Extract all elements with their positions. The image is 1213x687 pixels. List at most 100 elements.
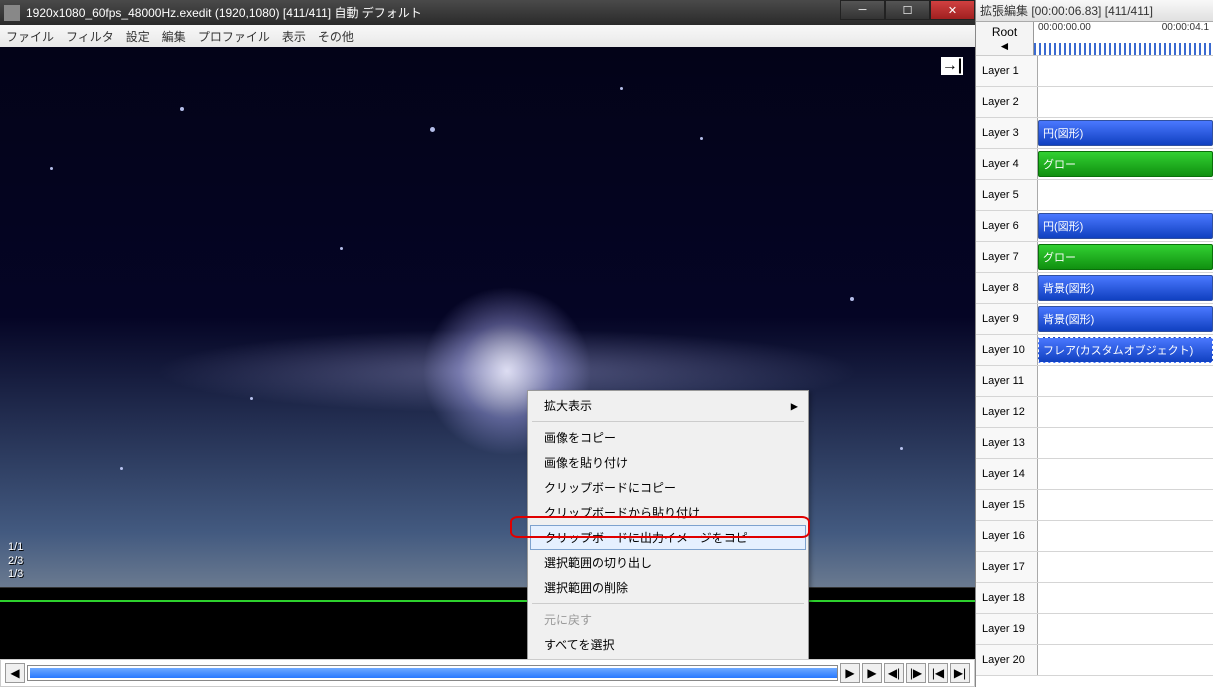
layer-track[interactable] (1038, 180, 1213, 210)
layer-track[interactable] (1038, 583, 1213, 613)
menu-edit[interactable]: 編集 (162, 28, 186, 45)
seek-slider[interactable] (27, 665, 838, 681)
timeline-title[interactable]: 拡張編集 [00:00:06.83] [411/411] (976, 0, 1213, 22)
layer-track[interactable] (1038, 56, 1213, 86)
layer-track[interactable]: 背景(図形) (1038, 273, 1213, 303)
timeline-clip[interactable]: 円(図形) (1038, 120, 1213, 146)
menu-file[interactable]: ファイル (6, 28, 54, 45)
layer-row[interactable]: Layer 9背景(図形) (976, 304, 1213, 335)
ctx-paste-clipboard[interactable]: クリップボードから貼り付け (530, 500, 806, 525)
timeline-clip[interactable]: 背景(図形) (1038, 306, 1213, 332)
preview-area[interactable]: →| 1/1 2/3 1/3 拡大表示▶ 画像をコピー 画像を貼り付け クリップ… (0, 47, 975, 659)
seek-right-icon[interactable]: ▶ (840, 663, 860, 683)
layer-row[interactable]: Layer 14 (976, 459, 1213, 490)
collapse-icon[interactable]: →| (941, 57, 963, 75)
layer-label[interactable]: Layer 15 (976, 490, 1038, 520)
layer-track[interactable]: 円(図形) (1038, 211, 1213, 241)
layer-track[interactable] (1038, 521, 1213, 551)
layer-label[interactable]: Layer 12 (976, 397, 1038, 427)
menu-profile[interactable]: プロファイル (198, 28, 270, 45)
minimize-button[interactable]: ─ (840, 0, 885, 20)
layer-track[interactable] (1038, 87, 1213, 117)
maximize-button[interactable]: ☐ (885, 0, 930, 20)
seek-left-icon[interactable]: ◀ (5, 663, 25, 683)
layer-row[interactable]: Layer 5 (976, 180, 1213, 211)
timeline-clip[interactable]: 背景(図形) (1038, 275, 1213, 301)
layer-track[interactable]: 円(図形) (1038, 118, 1213, 148)
root-button[interactable]: Root ◄ (976, 22, 1034, 55)
ctx-delete-selection[interactable]: 選択範囲の削除 (530, 575, 806, 600)
step-fwd-button[interactable]: |▶ (906, 663, 926, 683)
layer-row[interactable]: Layer 8背景(図形) (976, 273, 1213, 304)
layer-row[interactable]: Layer 17 (976, 552, 1213, 583)
layer-row[interactable]: Layer 18 (976, 583, 1213, 614)
ctx-copy-image[interactable]: 画像をコピー (530, 425, 806, 450)
layer-row[interactable]: Layer 10フレア(カスタムオブジェクト) (976, 335, 1213, 366)
timeline-ruler[interactable]: 00:00:00.00 00:00:04.1 (1034, 22, 1213, 55)
goto-end-button[interactable]: ▶| (950, 663, 970, 683)
layer-track[interactable]: 背景(図形) (1038, 304, 1213, 334)
layer-row[interactable]: Layer 2 (976, 87, 1213, 118)
ctx-cut-selection[interactable]: 選択範囲の切り出し (530, 550, 806, 575)
layer-track[interactable]: グロー (1038, 242, 1213, 272)
menu-filter[interactable]: フィルタ (66, 28, 114, 45)
ctx-paste-image[interactable]: 画像を貼り付け (530, 450, 806, 475)
timeline-clip[interactable]: フレア(カスタムオブジェクト) (1038, 337, 1213, 363)
layer-label[interactable]: Layer 3 (976, 118, 1038, 148)
step-back-button[interactable]: ◀| (884, 663, 904, 683)
timeline-clip[interactable]: グロー (1038, 244, 1213, 270)
titlebar[interactable]: 1920x1080_60fps_48000Hz.exedit (1920,108… (0, 0, 975, 25)
timeline-clip[interactable]: グロー (1038, 151, 1213, 177)
layer-row[interactable]: Layer 7グロー (976, 242, 1213, 273)
layer-label[interactable]: Layer 7 (976, 242, 1038, 272)
ctx-select-all[interactable]: すべてを選択 (530, 632, 806, 657)
layer-label[interactable]: Layer 9 (976, 304, 1038, 334)
layer-label[interactable]: Layer 18 (976, 583, 1038, 613)
layer-label[interactable]: Layer 19 (976, 614, 1038, 644)
layer-row[interactable]: Layer 19 (976, 614, 1213, 645)
layer-row[interactable]: Layer 13 (976, 428, 1213, 459)
preview-canvas[interactable]: →| 1/1 2/3 1/3 (0, 47, 975, 587)
layer-label[interactable]: Layer 10 (976, 335, 1038, 365)
layer-row[interactable]: Layer 4グロー (976, 149, 1213, 180)
layer-label[interactable]: Layer 17 (976, 552, 1038, 582)
ctx-copy-output-image[interactable]: クリップボードに出力イメージをコピー (530, 525, 806, 550)
timeline-clip[interactable]: 円(図形) (1038, 213, 1213, 239)
layer-row[interactable]: Layer 20 (976, 645, 1213, 676)
layer-row[interactable]: Layer 12 (976, 397, 1213, 428)
layer-label[interactable]: Layer 8 (976, 273, 1038, 303)
ctx-zoom[interactable]: 拡大表示▶ (530, 393, 806, 418)
layer-label[interactable]: Layer 14 (976, 459, 1038, 489)
layer-label[interactable]: Layer 2 (976, 87, 1038, 117)
layer-label[interactable]: Layer 4 (976, 149, 1038, 179)
layer-track[interactable] (1038, 645, 1213, 675)
layer-row[interactable]: Layer 15 (976, 490, 1213, 521)
layer-row[interactable]: Layer 16 (976, 521, 1213, 552)
layer-label[interactable]: Layer 11 (976, 366, 1038, 396)
layer-row[interactable]: Layer 1 (976, 56, 1213, 87)
layer-track[interactable] (1038, 397, 1213, 427)
layer-label[interactable]: Layer 20 (976, 645, 1038, 675)
layer-track[interactable] (1038, 459, 1213, 489)
layer-label[interactable]: Layer 5 (976, 180, 1038, 210)
menu-settings[interactable]: 設定 (126, 28, 150, 45)
layer-track[interactable]: フレア(カスタムオブジェクト) (1038, 335, 1213, 365)
layer-track[interactable] (1038, 552, 1213, 582)
menu-other[interactable]: その他 (318, 28, 354, 45)
layer-label[interactable]: Layer 1 (976, 56, 1038, 86)
ctx-copy-clipboard[interactable]: クリップボードにコピー (530, 475, 806, 500)
goto-start-button[interactable]: |◀ (928, 663, 948, 683)
layer-label[interactable]: Layer 13 (976, 428, 1038, 458)
layer-track[interactable] (1038, 428, 1213, 458)
layer-row[interactable]: Layer 6円(図形) (976, 211, 1213, 242)
play-button[interactable]: ▶ (862, 663, 882, 683)
layer-label[interactable]: Layer 16 (976, 521, 1038, 551)
layer-track[interactable] (1038, 490, 1213, 520)
layer-track[interactable] (1038, 366, 1213, 396)
close-button[interactable]: ✕ (930, 0, 975, 20)
layer-row[interactable]: Layer 11 (976, 366, 1213, 397)
layer-track[interactable]: グロー (1038, 149, 1213, 179)
menu-view[interactable]: 表示 (282, 28, 306, 45)
layer-row[interactable]: Layer 3円(図形) (976, 118, 1213, 149)
layer-label[interactable]: Layer 6 (976, 211, 1038, 241)
